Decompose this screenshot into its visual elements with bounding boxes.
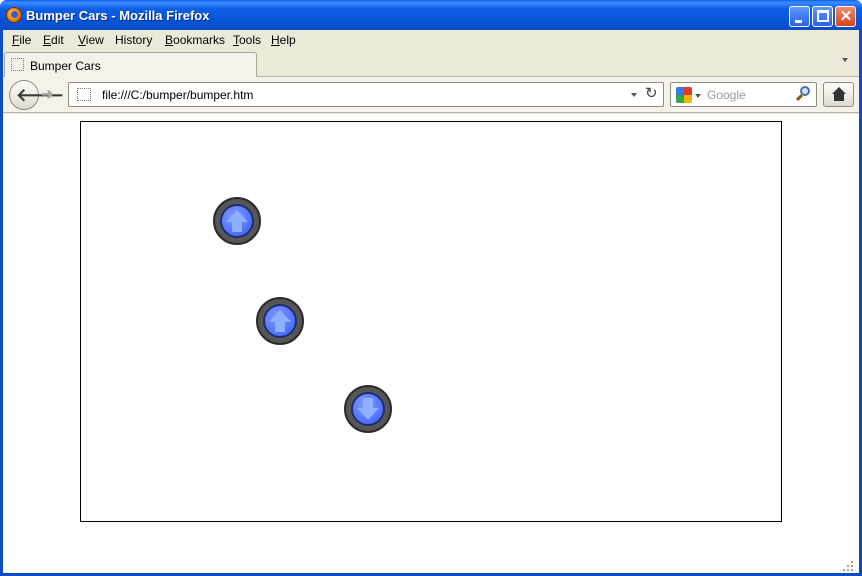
back-button[interactable]: 🡐 [9, 80, 64, 110]
menu-bar: File Edit View History Bookmarks Tools H… [3, 30, 859, 50]
menu-tools[interactable]: Tools [233, 33, 261, 47]
forward-button[interactable]: ➜ [41, 86, 59, 104]
url-history-chevron-down-icon[interactable] [631, 93, 637, 97]
menu-edit[interactable]: Edit [43, 33, 64, 47]
search-icon[interactable] [794, 85, 812, 103]
up-arrow-icon [226, 210, 248, 232]
close-icon: ✕ [839, 8, 853, 25]
menu-help[interactable]: Help [271, 33, 296, 47]
firefox-icon [6, 7, 22, 23]
forward-arrow-icon: ➜ [41, 86, 54, 103]
google-icon[interactable] [676, 87, 692, 103]
minimize-icon [795, 20, 802, 23]
tab-strip: Bumper Cars [3, 50, 859, 77]
resize-grip-icon[interactable] [843, 561, 855, 571]
search-input[interactable] [707, 87, 787, 103]
window-title: Bumper Cars - Mozilla Firefox [26, 8, 210, 23]
reload-icon[interactable]: ↻ [645, 85, 661, 103]
down-arrow-icon [357, 398, 379, 420]
car-2[interactable] [256, 297, 304, 345]
search-bar [670, 82, 817, 107]
page-icon [11, 58, 24, 71]
browser-window: Bumper Cars - Mozilla Firefox ✕ File Edi… [0, 0, 862, 576]
menu-bookmarks[interactable]: Bookmarks [165, 33, 225, 47]
car-3[interactable] [344, 385, 392, 433]
minimize-button[interactable] [789, 6, 810, 27]
tab-label: Bumper Cars [30, 59, 101, 73]
url-text[interactable]: file:///C:/bumper/bumper.htm [102, 88, 253, 102]
tab-list-chevron-down-icon[interactable] [842, 58, 848, 62]
tab-bumper-cars[interactable]: Bumper Cars [4, 52, 257, 77]
menu-view[interactable]: View [78, 33, 104, 47]
close-button[interactable]: ✕ [835, 6, 856, 27]
home-button[interactable] [823, 82, 854, 107]
page-content [3, 114, 859, 573]
browser-client-area: File Edit View History Bookmarks Tools H… [3, 30, 859, 573]
page-icon [77, 88, 91, 101]
maximize-icon [817, 10, 829, 22]
menu-history[interactable]: History [115, 33, 152, 47]
navigation-toolbar: 🡐 ➜ file:///C:/bumper/bumper.htm ↻ [3, 77, 859, 113]
menu-file[interactable]: File [12, 33, 31, 47]
title-bar[interactable]: Bumper Cars - Mozilla Firefox ✕ [0, 0, 862, 30]
search-engine-chevron-down-icon[interactable] [695, 94, 701, 98]
car-1[interactable] [213, 197, 261, 245]
home-icon [832, 87, 846, 94]
url-bar[interactable]: file:///C:/bumper/bumper.htm ↻ [68, 82, 664, 107]
up-arrow-icon [269, 310, 291, 332]
maximize-button[interactable] [812, 6, 833, 27]
bumper-arena [80, 121, 782, 522]
